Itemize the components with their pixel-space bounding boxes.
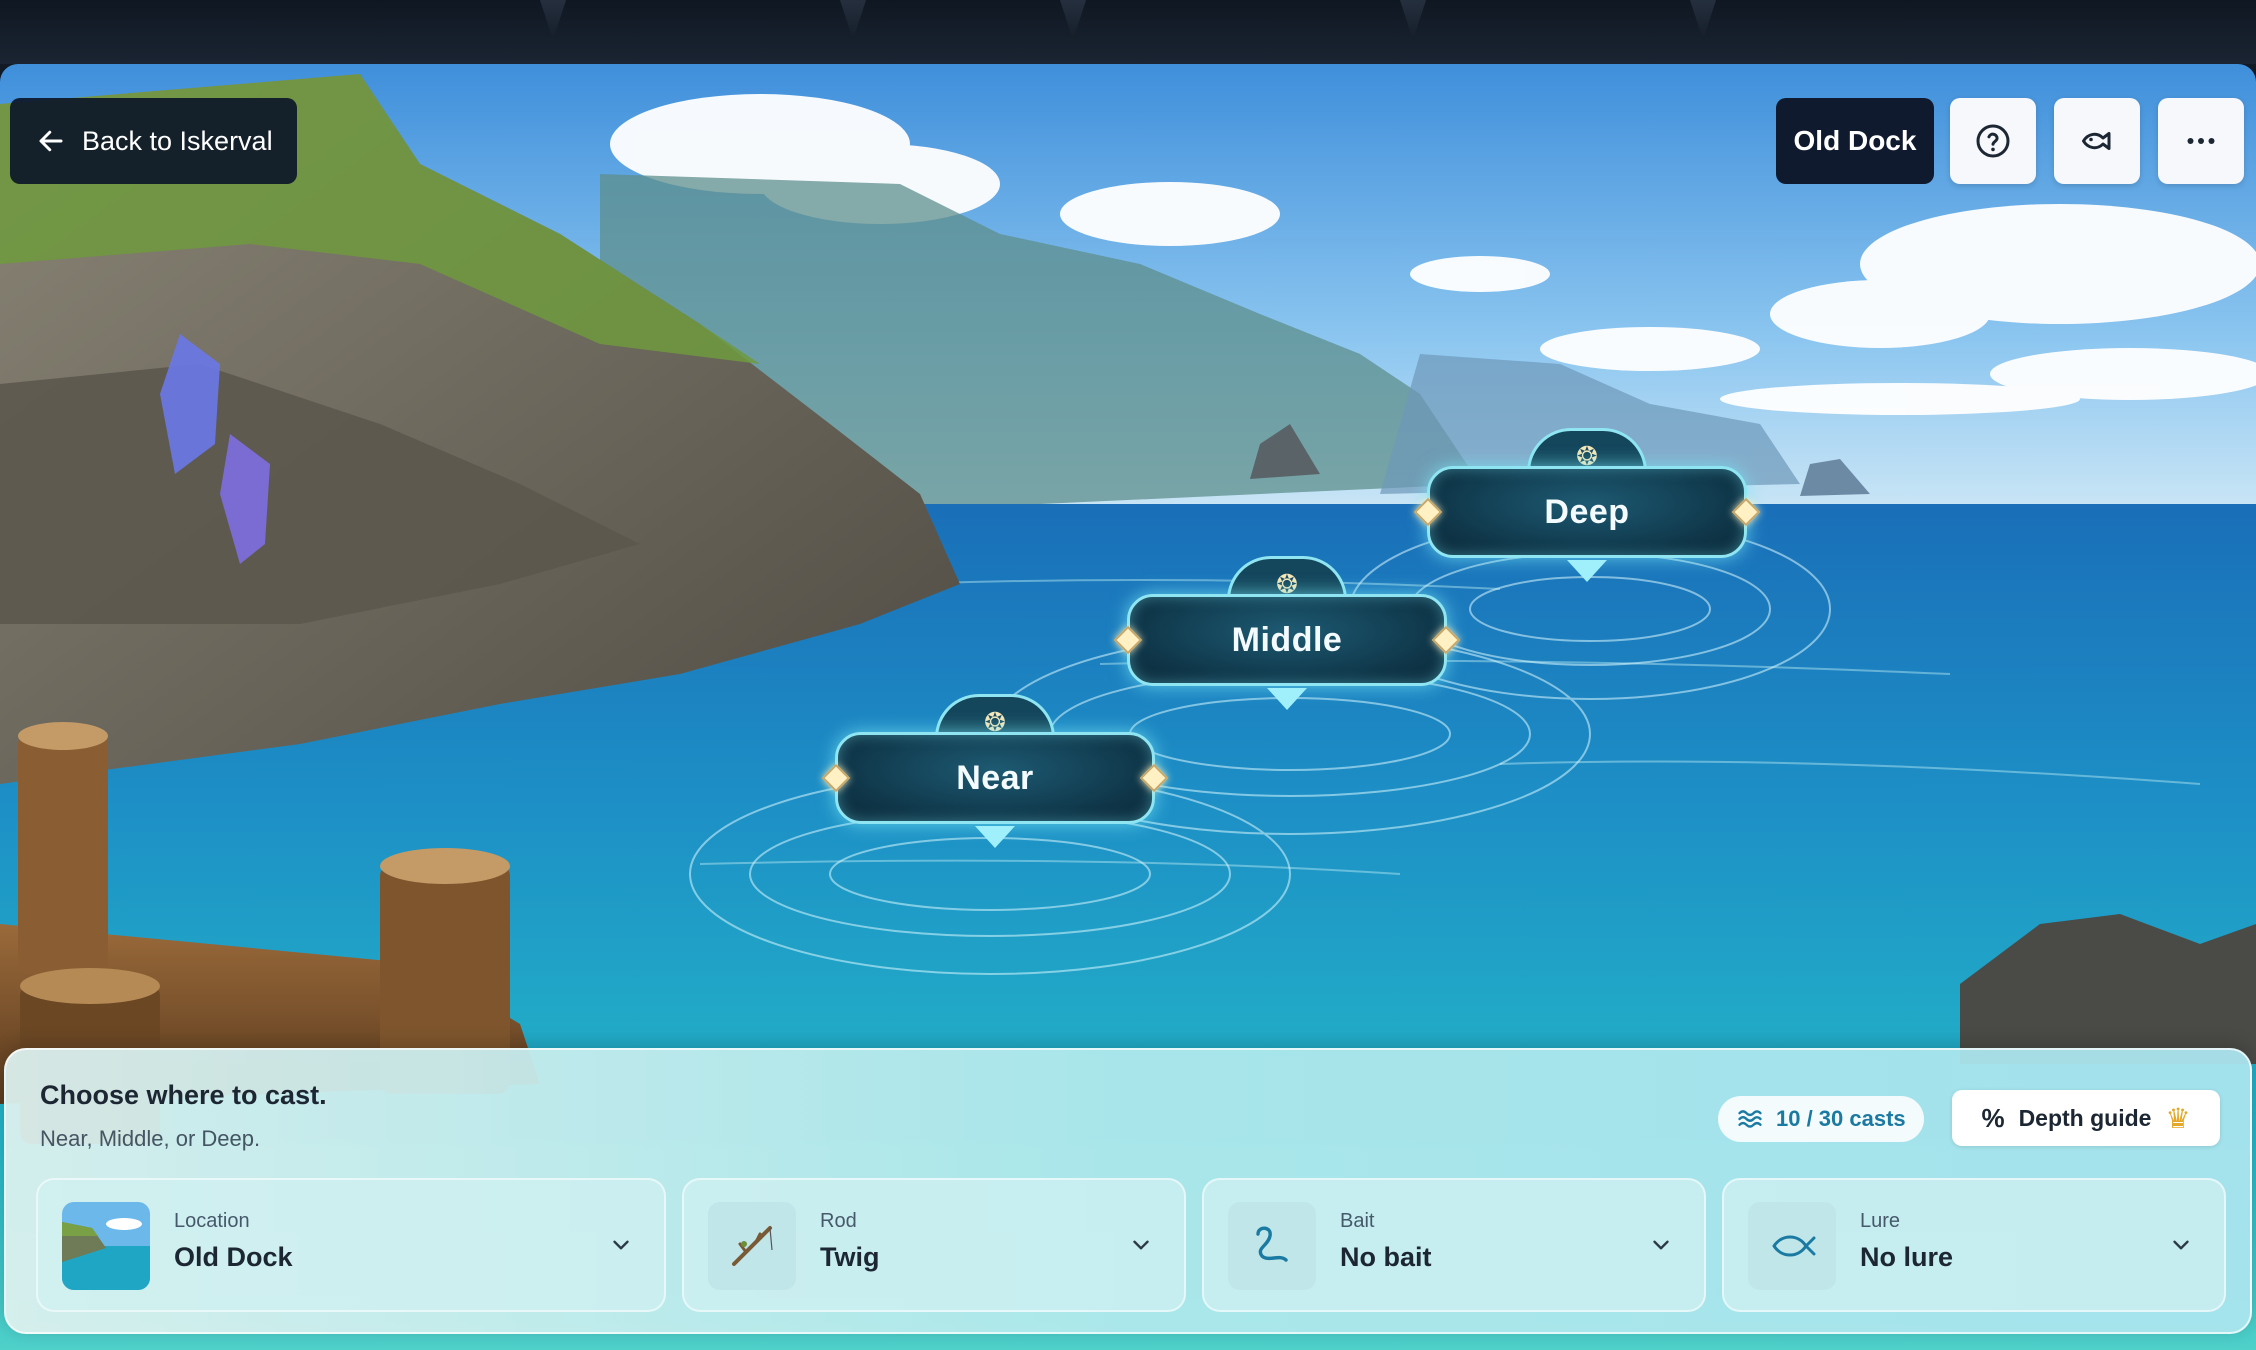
location-thumbnail	[62, 1202, 150, 1290]
cast-spot-middle[interactable]: ❂ Middle	[1112, 554, 1462, 744]
fish-outline-icon	[1772, 1235, 1816, 1257]
panel-subtitle: Near, Middle, or Deep.	[40, 1126, 261, 1151]
twig-rod-icon	[732, 1226, 773, 1266]
stalactite	[1060, 0, 1086, 40]
location-label: Location	[174, 1210, 250, 1232]
location-value: Old Dock	[174, 1242, 293, 1272]
stalactite	[840, 0, 866, 40]
cast-spot-middle-label: Middle	[1127, 594, 1447, 686]
cast-spot-deep-label: Deep	[1427, 466, 1747, 558]
stalactite	[1400, 0, 1426, 40]
casts-counter-text: 10 / 30 casts	[1776, 1106, 1906, 1131]
more-options-button[interactable]	[2158, 98, 2244, 184]
worm-icon	[1256, 1226, 1288, 1262]
more-dots-icon	[2187, 138, 2215, 144]
bait-selector[interactable]: Bait No bait	[1202, 1178, 1706, 1312]
stalactite	[540, 0, 566, 40]
cast-panel: Choose where to cast. Near, Middle, or D…	[4, 1048, 2252, 1334]
casts-counter: 10 / 30 casts	[1718, 1096, 1924, 1142]
location-badge[interactable]: Old Dock	[1776, 98, 1934, 184]
landscape-thumbnail	[62, 1202, 150, 1290]
lure-label: Lure	[1860, 1210, 1901, 1232]
panel-title: Choose where to cast.	[40, 1080, 327, 1110]
top-cave-strip	[0, 0, 2256, 64]
fish-icon	[2082, 132, 2111, 150]
depth-guide-button[interactable]: % Depth guide ♛	[1952, 1090, 2220, 1146]
back-button[interactable]: Back to Iskerval	[10, 98, 297, 184]
crown-icon: ♛	[2165, 1102, 2191, 1134]
cast-spot-deep[interactable]: ❂ Deep	[1412, 426, 1762, 616]
stalactite	[1690, 0, 1716, 40]
spot-pointer	[975, 826, 1015, 848]
percent-icon: %	[1981, 1102, 2005, 1133]
lure-thumbnail	[1748, 1202, 1836, 1290]
lure-value: No lure	[1860, 1242, 1954, 1272]
chevron-down-icon	[1133, 1240, 1149, 1250]
rod-selector[interactable]: Rod Twig	[682, 1178, 1186, 1312]
depth-guide-label: Depth guide	[2018, 1104, 2152, 1131]
rod-thumbnail	[708, 1202, 796, 1290]
cast-spot-near-label: Near	[835, 732, 1155, 824]
waves-icon	[1738, 1110, 1762, 1128]
spot-pointer	[1267, 688, 1307, 710]
rod-value: Twig	[820, 1242, 880, 1272]
lure-selector[interactable]: Lure No lure	[1722, 1178, 2226, 1312]
chevron-down-icon	[613, 1240, 629, 1250]
rod-label: Rod	[820, 1210, 857, 1232]
arrow-left-icon	[39, 130, 63, 152]
chevron-down-icon	[1653, 1240, 1669, 1250]
bait-value: No bait	[1340, 1242, 1432, 1272]
help-button[interactable]	[1950, 98, 2036, 184]
back-button-label: Back to Iskerval	[82, 125, 273, 156]
bait-label: Bait	[1340, 1210, 1375, 1232]
fish-collection-button[interactable]	[2054, 98, 2140, 184]
location-selector[interactable]: Location Old Dock	[36, 1178, 666, 1312]
spot-pointer	[1567, 560, 1607, 582]
question-circle-icon	[1976, 124, 2010, 158]
chevron-down-icon	[2173, 1240, 2189, 1250]
bait-thumbnail	[1228, 1202, 1316, 1290]
